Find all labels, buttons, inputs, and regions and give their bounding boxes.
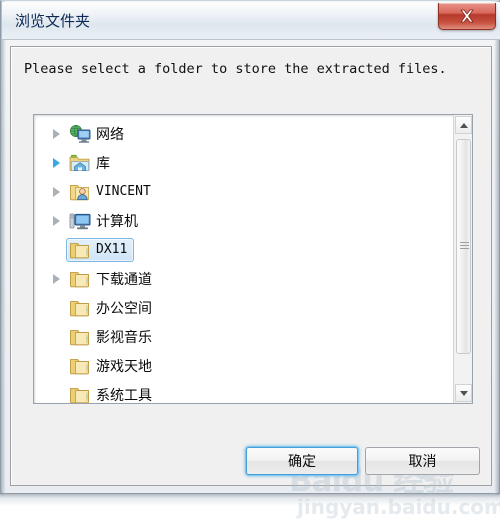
tree-item-影视音乐[interactable]: 影视音乐 [34, 322, 454, 351]
tree-item-计算机[interactable]: 计算机 [34, 206, 454, 235]
expander-triangle-icon[interactable] [46, 177, 66, 206]
tree-item-selected[interactable]: DX11 [66, 237, 135, 262]
window-title: 浏览文件夹 [15, 12, 91, 30]
cancel-button-label: 取消 [408, 454, 437, 470]
scroll-up-arrow-icon [459, 122, 468, 128]
folder-icon [69, 385, 91, 404]
scroll-thumb-grip-icon [460, 241, 469, 252]
tree-item-body[interactable]: 网络 [66, 122, 131, 146]
folder-icon [69, 327, 91, 347]
tree-item-网络[interactable]: 网络 [34, 119, 454, 148]
scroll-down-button[interactable] [455, 384, 472, 402]
cancel-button[interactable]: 取消 [365, 447, 480, 475]
expander-placeholder [46, 380, 66, 403]
folder-icon [69, 298, 91, 318]
expander-triangle-icon[interactable] [46, 264, 66, 293]
window-left-edge [1, 1, 6, 495]
folder-icon [69, 269, 91, 289]
tree-item-游戏天地[interactable]: 游戏天地 [34, 351, 454, 380]
user-folder-icon [69, 182, 91, 202]
chevron-right-icon [52, 215, 60, 226]
chevron-right-icon [52, 157, 60, 168]
tree-item-库[interactable]: 库 [34, 148, 454, 177]
close-icon [439, 3, 495, 29]
window-right-edge [494, 1, 499, 495]
title-bar[interactable]: 浏览文件夹 [2, 2, 500, 40]
tree-item-body[interactable]: 库 [66, 151, 117, 175]
tree-item-label: VINCENT [96, 184, 151, 199]
computer-icon [69, 211, 91, 231]
tree-item-label: 下载通道 [96, 271, 152, 288]
vertical-scrollbar[interactable] [453, 115, 472, 403]
chevron-right-icon [52, 128, 60, 139]
folder-icon [69, 240, 91, 260]
tree-item-body[interactable]: 计算机 [66, 209, 145, 233]
window-drop-shadow [0, 494, 500, 506]
close-button[interactable] [438, 3, 496, 30]
scroll-down-arrow-icon [459, 390, 468, 396]
library-icon [69, 153, 91, 173]
dialog-window: 浏览文件夹 Please select a folder to store th… [0, 0, 500, 519]
tree-item-label: 网络 [96, 126, 124, 143]
chevron-right-icon [52, 273, 60, 284]
scrollbar-thumb[interactable] [456, 139, 471, 354]
expander-placeholder [46, 293, 66, 322]
tree-item-body[interactable]: 系统工具 [66, 383, 159, 404]
ok-button[interactable]: 确定 [246, 447, 358, 475]
expander-triangle-icon[interactable] [46, 206, 66, 235]
tree-item-label: 库 [96, 155, 110, 172]
tree-item-label: DX11 [96, 242, 128, 257]
tree-item-系统工具[interactable]: 系统工具 [34, 380, 454, 404]
dialog-client-area: Please select a folder to store the extr… [10, 46, 500, 519]
expander-placeholder [46, 235, 66, 264]
tree-item-body[interactable]: 办公空间 [66, 296, 159, 320]
tree-item-label: 影视音乐 [96, 329, 152, 346]
expander-placeholder [46, 351, 66, 380]
folder-tree-panel[interactable]: 网络库 VINCENT 计算机 DX11 下载通道办公空间影视音乐游戏天地系统工具 [33, 114, 473, 404]
prompt-label: Please select a folder to store the extr… [24, 61, 447, 77]
tree-item-label: 办公空间 [96, 300, 152, 317]
expander-placeholder [46, 322, 66, 351]
scroll-up-button[interactable] [455, 116, 472, 134]
title-separator [2, 39, 500, 40]
chevron-right-icon [52, 186, 60, 197]
folder-icon [69, 356, 91, 376]
tree-item-DX11[interactable]: DX11 [34, 235, 454, 264]
tree-item-VINCENT[interactable]: VINCENT [34, 177, 454, 206]
tree-item-下载通道[interactable]: 下载通道 [34, 264, 454, 293]
folder-tree-list: 网络库 VINCENT 计算机 DX11 下载通道办公空间影视音乐游戏天地系统工具 [34, 119, 454, 404]
network-icon [69, 124, 91, 144]
tree-item-body[interactable]: VINCENT [66, 180, 158, 204]
tree-item-label: 计算机 [96, 213, 138, 230]
tree-item-body[interactable]: 下载通道 [66, 267, 159, 291]
tree-item-body[interactable]: 影视音乐 [66, 325, 159, 349]
tree-item-body[interactable]: 游戏天地 [66, 354, 159, 378]
tree-item-办公空间[interactable]: 办公空间 [34, 293, 454, 322]
expander-triangle-icon[interactable] [46, 148, 66, 177]
ok-button-label: 确定 [288, 454, 316, 470]
tree-item-label: 系统工具 [96, 387, 152, 404]
tree-item-label: 游戏天地 [96, 358, 152, 375]
expander-triangle-icon[interactable] [46, 119, 66, 148]
